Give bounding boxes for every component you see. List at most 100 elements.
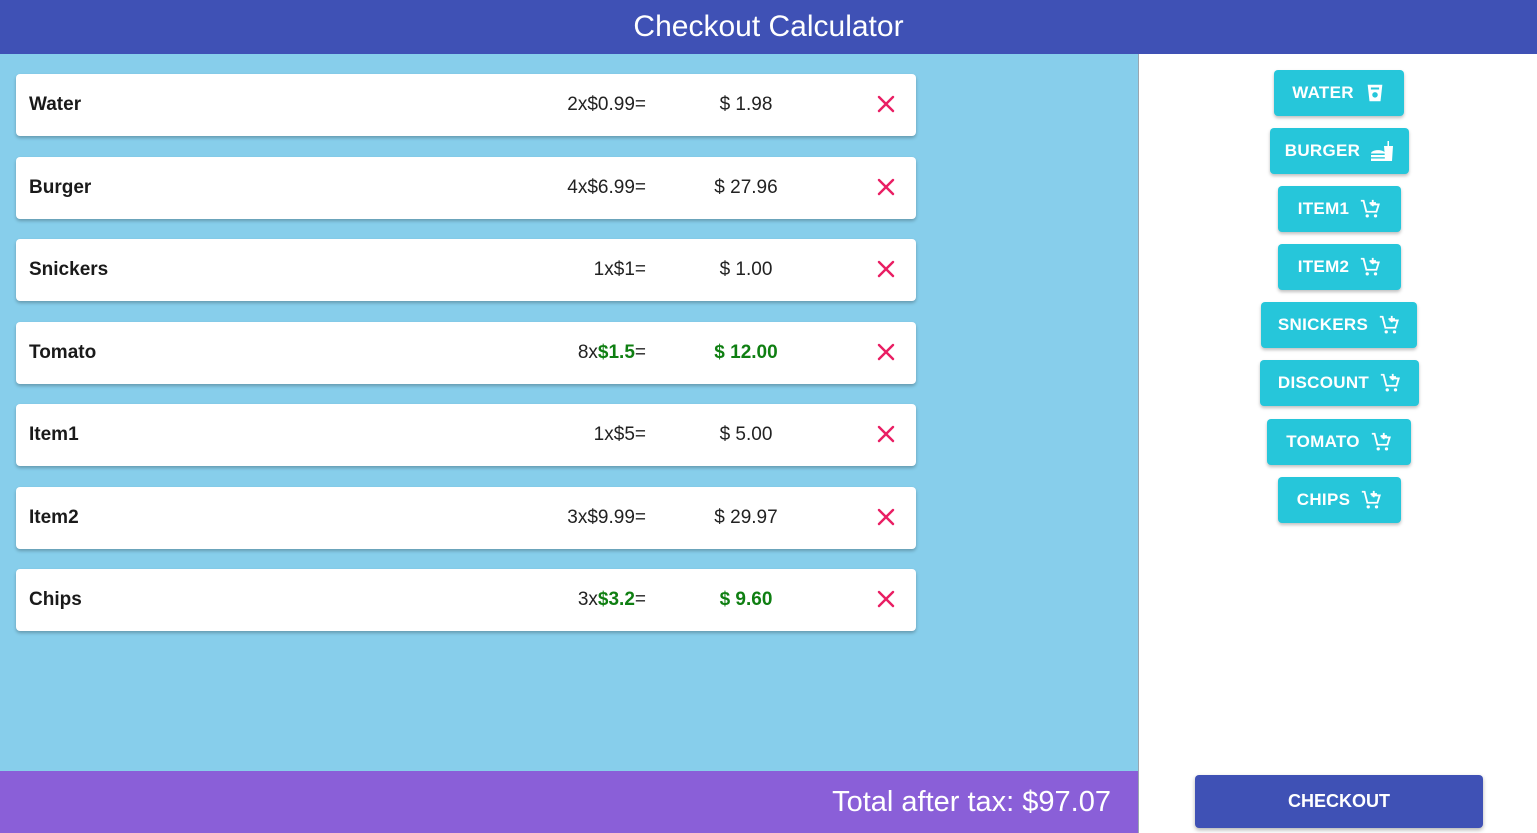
item-qty: 1 (593, 424, 605, 445)
cart-list: Water 2 x $0.99 = $ 1.98 Burger 4 x $6.9… (0, 54, 1138, 771)
close-icon (877, 178, 895, 196)
add-tomato-button[interactable]: TOMATO (1267, 419, 1411, 465)
remove-item-button[interactable] (874, 175, 898, 199)
item-qty: 1 (593, 259, 605, 280)
item-qty: 3 (577, 589, 589, 610)
cart-row: Water 2 x $0.99 = $ 1.98 (16, 74, 916, 136)
add-chips-button[interactable]: CHIPS (1278, 477, 1401, 523)
cart-row: Item2 3 x $9.99 = $ 29.97 (16, 487, 916, 549)
item-line-total: $ 29.97 (714, 507, 778, 528)
cart-row: Burger 4 x $6.99 = $ 27.96 (16, 157, 916, 219)
close-icon (877, 590, 895, 608)
item-unit-price: $1.5 (597, 342, 635, 363)
item-name: Water (29, 94, 82, 115)
item-unit-price: $9.99 (587, 507, 635, 528)
add-discount-button[interactable]: DISCOUNT (1260, 360, 1419, 406)
equals-symbol: = (634, 177, 646, 198)
button-label: BURGER (1284, 141, 1361, 160)
button-label: SNICKERS (1277, 315, 1369, 334)
item-name: Burger (29, 177, 92, 198)
cart-row: Chips 3 x $3.2 = $ 9.60 (16, 569, 916, 631)
app-header: Checkout Calculator (0, 0, 1537, 54)
item-name: Snickers (29, 259, 109, 280)
total-after-tax: Total after tax: $97.07 (832, 785, 1111, 818)
item-qty: 4 (567, 177, 578, 198)
item-quantity-price: 4 x $6.99 = (567, 157, 646, 219)
button-label: ITEM1 (1297, 199, 1350, 218)
item-quantity-price: 3 x $3.2 = (578, 569, 646, 631)
item-line-total: $ 1.00 (719, 259, 773, 280)
item-name: Chips (29, 589, 82, 610)
equals-symbol: = (634, 589, 646, 610)
button-label: WATER (1292, 83, 1354, 102)
remove-item-button[interactable] (874, 587, 898, 611)
close-icon (877, 425, 895, 443)
button-label: DISCOUNT (1277, 373, 1370, 392)
item-unit-price: $6.99 (587, 177, 635, 198)
item-unit-price: $0.99 (587, 94, 635, 115)
times-symbol: x (577, 507, 588, 528)
page-title: Checkout Calculator (633, 10, 904, 43)
add-burger-button[interactable]: BURGER (1270, 128, 1409, 174)
cart-row: Snickers 1 x $1 = $ 1.00 (16, 239, 916, 301)
equals-symbol: = (634, 342, 646, 363)
item-name: Tomato (29, 342, 97, 363)
times-symbol: x (577, 94, 588, 115)
item-unit-price: $5 (613, 424, 635, 445)
add-item1-button[interactable]: ITEM1 (1278, 186, 1401, 232)
remove-item-button[interactable] (874, 92, 898, 116)
item-name: Item2 (29, 507, 79, 528)
cart-row: Tomato 8 x $1.5 = $ 12.00 (16, 322, 916, 384)
fastfood-icon (1371, 141, 1394, 161)
add-cart-icon (1371, 432, 1391, 451)
item-line-total: $ 12.00 (714, 342, 778, 363)
item-quantity-price: 3 x $9.99 = (567, 487, 646, 549)
add-cart-icon (1380, 373, 1401, 392)
checkout-button[interactable]: CHECKOUT (1195, 775, 1483, 828)
item-quantity-price: 1 x $5 = (594, 404, 646, 466)
item-line-total: $ 27.96 (714, 177, 778, 198)
item-qty: 2 (567, 94, 578, 115)
item-qty: 3 (567, 507, 578, 528)
remove-item-button[interactable] (874, 257, 898, 281)
checkout-app: Checkout Calculator Water 2 x $0.99 = $ … (0, 0, 1537, 833)
item-qty: 8 (577, 342, 589, 363)
close-icon (877, 260, 895, 278)
times-symbol: x (604, 259, 614, 280)
checkout-label: CHECKOUT (1288, 791, 1390, 811)
button-label: CHIPS (1296, 490, 1351, 509)
remove-item-button[interactable] (874, 505, 898, 529)
times-symbol: x (577, 177, 588, 198)
item-name: Item1 (29, 424, 79, 445)
item-unit-price: $1 (613, 259, 635, 280)
add-cart-icon (1362, 490, 1382, 509)
item-unit-price: $3.2 (597, 589, 635, 610)
item-quantity-price: 2 x $0.99 = (567, 74, 646, 136)
add-snickers-button[interactable]: SNICKERS (1261, 302, 1417, 348)
add-cart-icon (1361, 199, 1381, 218)
add-cart-icon (1379, 315, 1400, 334)
add-water-button[interactable]: WATER (1274, 70, 1404, 116)
total-bar: Total after tax: $97.07 (0, 771, 1138, 833)
cup-icon (1367, 84, 1383, 102)
close-icon (877, 508, 895, 526)
add-cart-icon (1361, 257, 1381, 276)
button-label: ITEM2 (1297, 257, 1350, 276)
times-symbol: x (604, 424, 614, 445)
equals-symbol: = (634, 424, 646, 445)
times-symbol: x (588, 589, 598, 610)
item-line-total: $ 9.60 (719, 589, 773, 610)
close-icon (877, 95, 895, 113)
equals-symbol: = (634, 507, 646, 528)
item-line-total: $ 5.00 (719, 424, 773, 445)
equals-symbol: = (634, 94, 646, 115)
equals-symbol: = (634, 259, 646, 280)
remove-item-button[interactable] (874, 422, 898, 446)
cart-row: Item1 1 x $5 = $ 5.00 (16, 404, 916, 466)
button-label: TOMATO (1286, 432, 1360, 451)
item-line-total: $ 1.98 (719, 94, 773, 115)
item-quantity-price: 1 x $1 = (594, 239, 646, 301)
remove-item-button[interactable] (874, 340, 898, 364)
add-item2-button[interactable]: ITEM2 (1278, 244, 1401, 290)
times-symbol: x (588, 342, 598, 363)
